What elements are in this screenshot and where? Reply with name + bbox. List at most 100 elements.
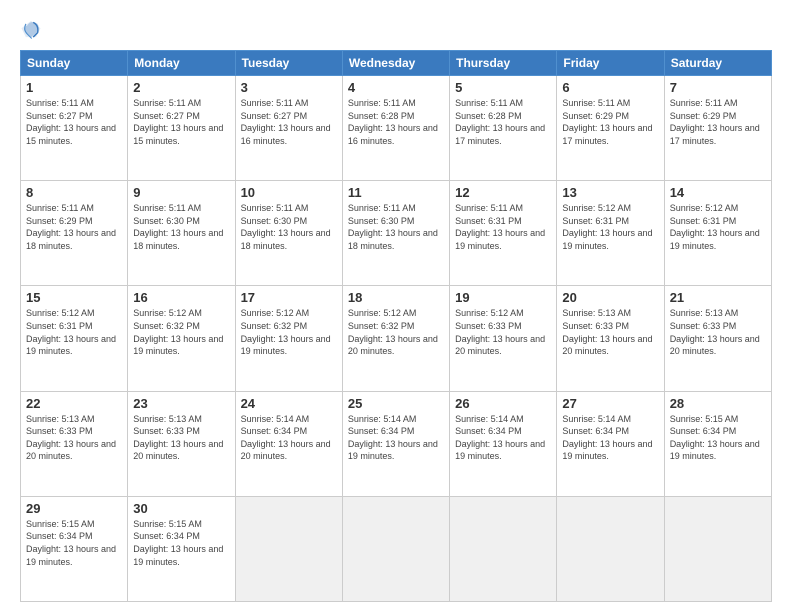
day-info: Sunrise: 5:11 AMSunset: 6:29 PMDaylight:… [562, 98, 652, 146]
day-info: Sunrise: 5:11 AMSunset: 6:31 PMDaylight:… [455, 203, 545, 251]
empty-cell [235, 496, 342, 601]
day-number: 16 [133, 290, 229, 305]
day-cell-30: 30 Sunrise: 5:15 AMSunset: 6:34 PMDaylig… [128, 496, 235, 601]
day-info: Sunrise: 5:12 AMSunset: 6:32 PMDaylight:… [241, 308, 331, 356]
day-number: 25 [348, 396, 444, 411]
day-number: 5 [455, 80, 551, 95]
day-cell-11: 11 Sunrise: 5:11 AMSunset: 6:30 PMDaylig… [342, 181, 449, 286]
day-cell-8: 8 Sunrise: 5:11 AMSunset: 6:29 PMDayligh… [21, 181, 128, 286]
col-saturday: Saturday [664, 51, 771, 76]
day-cell-23: 23 Sunrise: 5:13 AMSunset: 6:33 PMDaylig… [128, 391, 235, 496]
day-cell-9: 9 Sunrise: 5:11 AMSunset: 6:30 PMDayligh… [128, 181, 235, 286]
day-number: 6 [562, 80, 658, 95]
logo-icon [20, 18, 42, 40]
day-cell-27: 27 Sunrise: 5:14 AMSunset: 6:34 PMDaylig… [557, 391, 664, 496]
day-info: Sunrise: 5:15 AMSunset: 6:34 PMDaylight:… [133, 519, 223, 567]
day-cell-12: 12 Sunrise: 5:11 AMSunset: 6:31 PMDaylig… [450, 181, 557, 286]
day-info: Sunrise: 5:11 AMSunset: 6:30 PMDaylight:… [133, 203, 223, 251]
day-info: Sunrise: 5:11 AMSunset: 6:29 PMDaylight:… [26, 203, 116, 251]
day-info: Sunrise: 5:11 AMSunset: 6:27 PMDaylight:… [26, 98, 116, 146]
week-row-5: 29 Sunrise: 5:15 AMSunset: 6:34 PMDaylig… [21, 496, 772, 601]
page: Sunday Monday Tuesday Wednesday Thursday… [0, 0, 792, 612]
day-info: Sunrise: 5:14 AMSunset: 6:34 PMDaylight:… [241, 414, 331, 462]
day-number: 19 [455, 290, 551, 305]
day-number: 12 [455, 185, 551, 200]
day-cell-5: 5 Sunrise: 5:11 AMSunset: 6:28 PMDayligh… [450, 76, 557, 181]
day-cell-1: 1 Sunrise: 5:11 AMSunset: 6:27 PMDayligh… [21, 76, 128, 181]
day-cell-19: 19 Sunrise: 5:12 AMSunset: 6:33 PMDaylig… [450, 286, 557, 391]
day-number: 28 [670, 396, 766, 411]
empty-cell [664, 496, 771, 601]
day-info: Sunrise: 5:15 AMSunset: 6:34 PMDaylight:… [26, 519, 116, 567]
col-monday: Monday [128, 51, 235, 76]
day-info: Sunrise: 5:12 AMSunset: 6:31 PMDaylight:… [26, 308, 116, 356]
day-number: 15 [26, 290, 122, 305]
day-cell-25: 25 Sunrise: 5:14 AMSunset: 6:34 PMDaylig… [342, 391, 449, 496]
day-cell-28: 28 Sunrise: 5:15 AMSunset: 6:34 PMDaylig… [664, 391, 771, 496]
day-info: Sunrise: 5:11 AMSunset: 6:27 PMDaylight:… [133, 98, 223, 146]
day-cell-10: 10 Sunrise: 5:11 AMSunset: 6:30 PMDaylig… [235, 181, 342, 286]
day-info: Sunrise: 5:11 AMSunset: 6:28 PMDaylight:… [455, 98, 545, 146]
day-number: 27 [562, 396, 658, 411]
header [20, 18, 772, 40]
day-number: 7 [670, 80, 766, 95]
day-info: Sunrise: 5:14 AMSunset: 6:34 PMDaylight:… [562, 414, 652, 462]
day-number: 13 [562, 185, 658, 200]
week-row-3: 15 Sunrise: 5:12 AMSunset: 6:31 PMDaylig… [21, 286, 772, 391]
day-cell-15: 15 Sunrise: 5:12 AMSunset: 6:31 PMDaylig… [21, 286, 128, 391]
day-info: Sunrise: 5:12 AMSunset: 6:32 PMDaylight:… [133, 308, 223, 356]
day-cell-22: 22 Sunrise: 5:13 AMSunset: 6:33 PMDaylig… [21, 391, 128, 496]
col-friday: Friday [557, 51, 664, 76]
day-info: Sunrise: 5:11 AMSunset: 6:28 PMDaylight:… [348, 98, 438, 146]
col-thursday: Thursday [450, 51, 557, 76]
day-info: Sunrise: 5:13 AMSunset: 6:33 PMDaylight:… [133, 414, 223, 462]
day-info: Sunrise: 5:13 AMSunset: 6:33 PMDaylight:… [26, 414, 116, 462]
empty-cell [557, 496, 664, 601]
day-cell-24: 24 Sunrise: 5:14 AMSunset: 6:34 PMDaylig… [235, 391, 342, 496]
day-cell-3: 3 Sunrise: 5:11 AMSunset: 6:27 PMDayligh… [235, 76, 342, 181]
day-number: 24 [241, 396, 337, 411]
day-info: Sunrise: 5:15 AMSunset: 6:34 PMDaylight:… [670, 414, 760, 462]
col-sunday: Sunday [21, 51, 128, 76]
col-tuesday: Tuesday [235, 51, 342, 76]
day-cell-2: 2 Sunrise: 5:11 AMSunset: 6:27 PMDayligh… [128, 76, 235, 181]
day-number: 10 [241, 185, 337, 200]
day-info: Sunrise: 5:12 AMSunset: 6:31 PMDaylight:… [562, 203, 652, 251]
day-number: 29 [26, 501, 122, 516]
day-cell-21: 21 Sunrise: 5:13 AMSunset: 6:33 PMDaylig… [664, 286, 771, 391]
day-number: 3 [241, 80, 337, 95]
day-number: 9 [133, 185, 229, 200]
calendar-table: Sunday Monday Tuesday Wednesday Thursday… [20, 50, 772, 602]
day-cell-17: 17 Sunrise: 5:12 AMSunset: 6:32 PMDaylig… [235, 286, 342, 391]
day-number: 11 [348, 185, 444, 200]
week-row-4: 22 Sunrise: 5:13 AMSunset: 6:33 PMDaylig… [21, 391, 772, 496]
day-cell-20: 20 Sunrise: 5:13 AMSunset: 6:33 PMDaylig… [557, 286, 664, 391]
day-info: Sunrise: 5:12 AMSunset: 6:32 PMDaylight:… [348, 308, 438, 356]
day-info: Sunrise: 5:11 AMSunset: 6:30 PMDaylight:… [241, 203, 331, 251]
day-number: 26 [455, 396, 551, 411]
day-number: 18 [348, 290, 444, 305]
week-row-1: 1 Sunrise: 5:11 AMSunset: 6:27 PMDayligh… [21, 76, 772, 181]
day-info: Sunrise: 5:11 AMSunset: 6:30 PMDaylight:… [348, 203, 438, 251]
day-number: 17 [241, 290, 337, 305]
week-row-2: 8 Sunrise: 5:11 AMSunset: 6:29 PMDayligh… [21, 181, 772, 286]
day-cell-16: 16 Sunrise: 5:12 AMSunset: 6:32 PMDaylig… [128, 286, 235, 391]
day-cell-18: 18 Sunrise: 5:12 AMSunset: 6:32 PMDaylig… [342, 286, 449, 391]
day-info: Sunrise: 5:12 AMSunset: 6:31 PMDaylight:… [670, 203, 760, 251]
col-wednesday: Wednesday [342, 51, 449, 76]
day-number: 30 [133, 501, 229, 516]
day-number: 21 [670, 290, 766, 305]
day-cell-6: 6 Sunrise: 5:11 AMSunset: 6:29 PMDayligh… [557, 76, 664, 181]
day-cell-4: 4 Sunrise: 5:11 AMSunset: 6:28 PMDayligh… [342, 76, 449, 181]
day-number: 1 [26, 80, 122, 95]
empty-cell [450, 496, 557, 601]
day-number: 14 [670, 185, 766, 200]
calendar-header-row: Sunday Monday Tuesday Wednesday Thursday… [21, 51, 772, 76]
day-number: 2 [133, 80, 229, 95]
day-cell-29: 29 Sunrise: 5:15 AMSunset: 6:34 PMDaylig… [21, 496, 128, 601]
logo [20, 18, 46, 40]
day-cell-14: 14 Sunrise: 5:12 AMSunset: 6:31 PMDaylig… [664, 181, 771, 286]
day-number: 20 [562, 290, 658, 305]
day-info: Sunrise: 5:14 AMSunset: 6:34 PMDaylight:… [455, 414, 545, 462]
day-cell-13: 13 Sunrise: 5:12 AMSunset: 6:31 PMDaylig… [557, 181, 664, 286]
